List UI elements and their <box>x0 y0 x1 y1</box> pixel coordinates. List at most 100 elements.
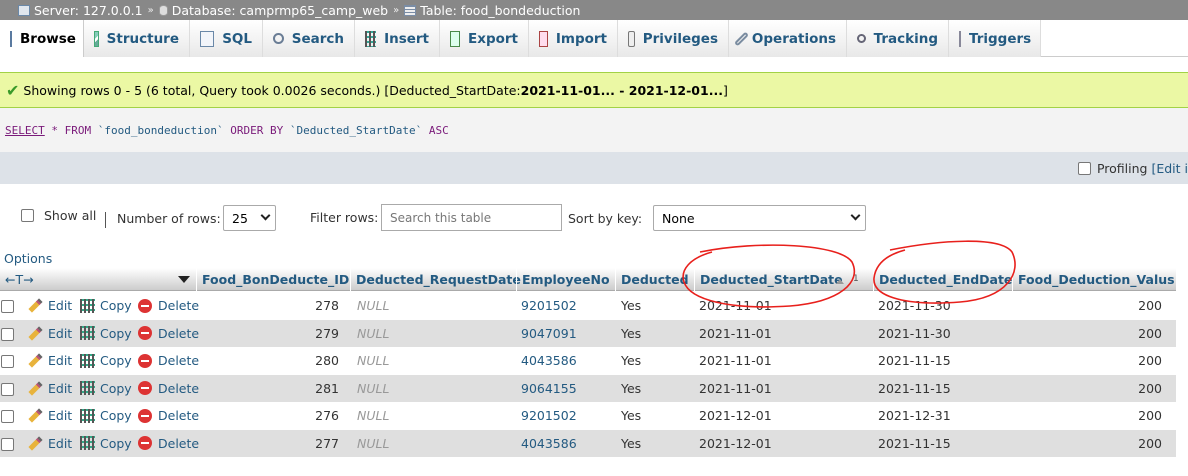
row-checkbox[interactable] <box>1 355 14 368</box>
column-header-deducted[interactable]: Deducted <box>615 268 694 291</box>
delete-button[interactable]: Delete <box>138 292 199 320</box>
table-row: Edit Copy Delete 278 NULL 9201502 Yes 2021-11-0… <box>0 292 1176 320</box>
row-checkbox[interactable] <box>1 327 14 341</box>
copy-label: Copy <box>100 353 132 369</box>
delete-button[interactable]: Delete <box>138 375 199 403</box>
row-checkbox[interactable] <box>1 300 14 313</box>
edit-label: Edit <box>48 435 73 451</box>
chevron-down-icon <box>850 210 861 221</box>
cell-request-date: NULL <box>357 408 390 424</box>
breadcrumb-database[interactable]: Database: camprmp65_camp_web <box>158 3 388 18</box>
edit-inline-link[interactable]: [Edit i <box>1151 161 1188 176</box>
table-row: Edit Copy Delete 280 NULL 4043586 Yes 2021-11-0… <box>0 347 1176 375</box>
column-header-end-date[interactable]: Deducted_EndDate <box>873 268 1012 291</box>
cell-deduction-value: 200 <box>1138 353 1162 369</box>
edit-button[interactable]: Edit <box>28 292 72 320</box>
tab-label: Triggers <box>969 30 1032 47</box>
tab-export[interactable]: Export <box>440 20 529 57</box>
column-header-id[interactable]: Food_BonDeducte_ID <box>196 268 350 291</box>
column-header-request-date[interactable]: Deducted_RequestDate <box>350 268 521 291</box>
copy-icon <box>80 436 95 451</box>
delete-icon <box>138 353 152 368</box>
column-header-label: Food_BonDeducte_ID <box>202 272 350 287</box>
column-header-label: Deducted_StartDate <box>700 272 843 287</box>
cell-request-date: NULL <box>357 380 390 396</box>
cell-employee-no[interactable]: 9201502 <box>521 402 577 430</box>
copy-button[interactable]: Copy <box>80 430 132 458</box>
delete-button[interactable]: Delete <box>138 320 199 348</box>
edit-button[interactable]: Edit <box>28 430 72 458</box>
tab-search[interactable]: Search <box>263 20 355 57</box>
cell-end-date: 2021-11-15 <box>878 353 951 369</box>
tab-structure[interactable]: Structure <box>84 20 190 57</box>
tab-import[interactable]: Import <box>529 20 618 57</box>
copy-button[interactable]: Copy <box>80 292 132 320</box>
filter-rows-label: Filter rows: <box>310 210 379 225</box>
number-of-rows-select[interactable]: 25 <box>223 205 276 231</box>
show-all-checkbox[interactable] <box>21 209 34 222</box>
pencil-icon <box>28 353 43 368</box>
cell-id: 276 <box>315 408 339 424</box>
profiling-checkbox[interactable] <box>1077 161 1091 175</box>
cell-start-date: 2021-12-01 <box>699 435 772 451</box>
edit-label: Edit <box>48 380 73 396</box>
copy-button[interactable]: Copy <box>80 320 132 348</box>
breadcrumb-table[interactable]: Table: food_bondeduction <box>404 3 580 18</box>
tab-browse[interactable]: Browse <box>0 20 84 57</box>
column-header-label: Deducted_EndDate <box>879 272 1013 287</box>
column-header-deduction-value[interactable]: Food_Deduction_Valus <box>1012 268 1176 291</box>
filter-rows-placeholder: Search this table <box>390 210 492 225</box>
cell-employee-no[interactable]: 9064155 <box>521 375 577 403</box>
edit-button[interactable]: Edit <box>28 375 72 403</box>
tab-triggers[interactable]: Triggers <box>949 20 1041 57</box>
tab-privileges[interactable]: Privileges <box>618 20 729 57</box>
cell-employee-no[interactable]: 4043586 <box>521 347 577 375</box>
dropdown-icon[interactable] <box>178 276 190 283</box>
copy-button[interactable]: Copy <box>80 402 132 430</box>
tab-label: SQL <box>222 30 252 47</box>
filter-rows-input[interactable]: Search this table <box>381 204 562 231</box>
options-link[interactable]: Options <box>4 251 52 266</box>
delete-button[interactable]: Delete <box>138 347 199 375</box>
sql-query[interactable]: SELECT * FROM `food_bondeduction` ORDER … <box>0 108 1188 152</box>
cell-id: 279 <box>315 325 339 341</box>
column-header-label: Deducted <box>621 272 689 287</box>
sort-by-key-select[interactable]: None <box>653 205 866 231</box>
cell-employee-no[interactable]: 9201502 <box>521 292 577 320</box>
delete-button[interactable]: Delete <box>138 430 199 458</box>
tab-bar: Browse Structure SQL Search Insert Expor… <box>0 20 1188 57</box>
edit-button[interactable]: Edit <box>28 347 72 375</box>
row-checkbox[interactable] <box>1 437 14 451</box>
cell-deduction-value: 200 <box>1138 408 1162 424</box>
copy-label: Copy <box>100 435 132 451</box>
copy-button[interactable]: Copy <box>80 347 132 375</box>
profiling-bar: Profiling [Edit i <box>0 152 1188 184</box>
edit-button[interactable]: Edit <box>28 402 72 430</box>
copy-icon <box>80 381 95 396</box>
tab-tracking[interactable]: Tracking <box>847 20 949 57</box>
sort-ascending-icon[interactable] <box>836 279 844 284</box>
column-toggle[interactable]: ←T→ <box>0 268 196 291</box>
sql-keyword: FROM <box>64 123 92 137</box>
column-header-start-date[interactable]: Deducted_StartDate <box>694 268 873 291</box>
copy-icon <box>80 408 95 423</box>
breadcrumb-server[interactable]: Server: 127.0.0.1 <box>18 3 143 18</box>
tab-sql[interactable]: SQL <box>190 20 263 57</box>
row-checkbox[interactable] <box>1 382 14 396</box>
copy-button[interactable]: Copy <box>80 375 132 403</box>
toggle-columns-icon[interactable]: ←T→ <box>5 272 34 287</box>
edit-button[interactable]: Edit <box>28 320 72 348</box>
column-header-employee-no[interactable]: EmployeeNo <box>516 268 615 291</box>
cell-employee-no[interactable]: 4043586 <box>521 430 577 458</box>
cell-employee-no[interactable]: 9047091 <box>521 320 577 348</box>
tab-operations[interactable]: Operations <box>729 20 847 57</box>
delete-button[interactable]: Delete <box>138 402 199 430</box>
tab-insert[interactable]: Insert <box>355 20 440 57</box>
structure-icon <box>94 30 99 47</box>
cell-deduction-value: 200 <box>1138 298 1162 314</box>
cell-end-date: 2021-11-30 <box>878 298 951 314</box>
sql-keyword[interactable]: SELECT <box>5 124 45 137</box>
copy-label: Copy <box>100 325 132 341</box>
delete-label: Delete <box>158 380 200 396</box>
row-checkbox[interactable] <box>1 410 14 423</box>
